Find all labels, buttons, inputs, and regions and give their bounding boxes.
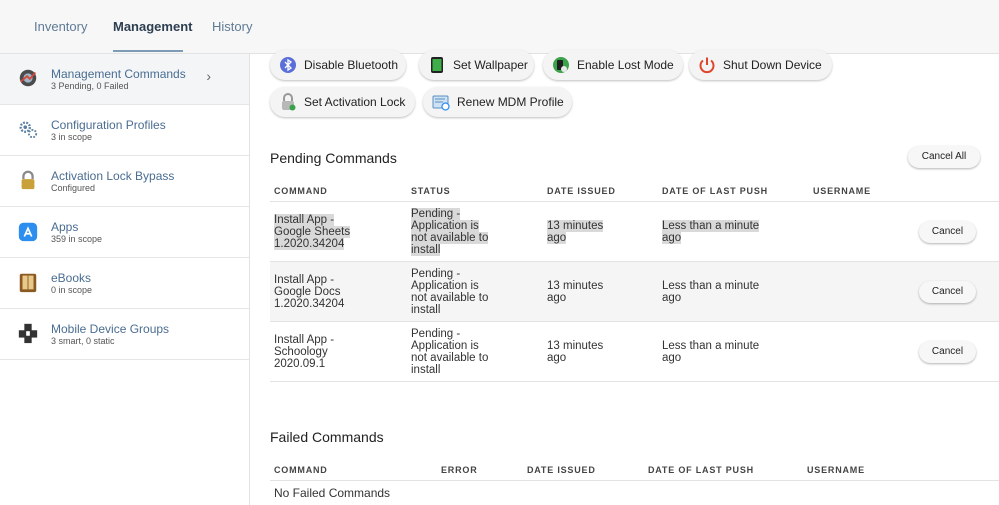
enable-lost-mode-button[interactable]: Enable Lost Mode <box>543 50 683 80</box>
app-store-icon <box>18 222 38 242</box>
status-cell: Pending - Application is not available to i… <box>411 328 489 376</box>
column-header-date-issued: DATE ISSUED <box>527 465 596 475</box>
column-header-username: USERNAME <box>813 186 871 196</box>
shut-down-device-button[interactable]: Shut Down Device <box>689 50 832 80</box>
sidebar-item-management-commands[interactable]: Management Commands 3 Pending, 0 Failed … <box>0 54 249 105</box>
gears-icon <box>19 121 38 139</box>
column-header-username: USERNAME <box>807 465 865 475</box>
cancel-button[interactable]: Cancel <box>919 341 976 363</box>
column-header-date-last-push: DATE OF LAST PUSH <box>662 186 768 196</box>
sidebar-item-configuration-profiles[interactable]: Configuration Profiles 3 in scope <box>0 105 249 156</box>
table-row: Install App - Schoology 2020.09.1 Pending … <box>270 322 999 382</box>
no-failed-commands-text: No Failed Commands <box>274 486 391 500</box>
padlock-icon <box>21 170 35 190</box>
pending-commands-title: Pending Commands <box>270 150 397 166</box>
button-label: Set Activation Lock <box>304 95 406 109</box>
button-label: Disable Bluetooth <box>304 58 399 72</box>
sidebar-item-subtitle: 3 Pending, 0 Failed <box>51 81 129 91</box>
cancel-all-button[interactable]: Cancel All <box>908 146 980 168</box>
tab-history[interactable]: History <box>212 0 252 52</box>
tab-management[interactable]: Management <box>113 0 192 52</box>
book-icon <box>19 273 37 293</box>
date-issued-cell: 13 minutes ago <box>547 340 604 364</box>
wallpaper-icon <box>431 57 443 73</box>
set-wallpaper-button[interactable]: Set Wallpaper <box>419 50 534 80</box>
status-cell: Pending - Application is not available to i… <box>411 268 489 316</box>
active-tab-indicator <box>113 50 183 52</box>
activation-lock-icon <box>282 93 296 111</box>
sidebar-item-subtitle: Configured <box>51 183 96 193</box>
button-label: Renew MDM Profile <box>457 95 564 109</box>
cancel-button[interactable]: Cancel <box>919 281 976 303</box>
last-push-cell: Less than a minute ago <box>662 340 760 364</box>
column-header-status: STATUS <box>411 186 451 196</box>
set-activation-lock-button[interactable]: Set Activation Lock <box>270 87 415 117</box>
tab-inventory[interactable]: Inventory <box>34 0 87 52</box>
cancel-button[interactable]: Cancel <box>919 221 976 243</box>
button-label: Enable Lost Mode <box>577 58 674 72</box>
sidebar-item-subtitle: 3 smart, 0 static <box>51 336 115 346</box>
tab-management-label: Management <box>113 19 193 34</box>
sidebar: Management Commands 3 Pending, 0 Failed … <box>0 54 250 505</box>
last-push-cell: Less than a minute ago <box>662 280 760 304</box>
top-tab-bar: Inventory Management History <box>0 0 999 54</box>
table-row: Install App - Google Docs 1.2020.34204 Pen… <box>270 262 999 322</box>
button-label: Shut Down Device <box>723 58 822 72</box>
device-group-icon <box>18 323 38 344</box>
sidebar-item-title: Activation Lock Bypass <box>51 169 175 183</box>
sidebar-item-title: Mobile Device Groups <box>51 322 170 336</box>
status-cell: Pending - Application is not available to i… <box>411 208 489 256</box>
sidebar-item-subtitle: 0 in scope <box>51 285 93 295</box>
date-issued-cell: 13 minutes ago <box>547 280 604 304</box>
command-cell: Install App - Google Docs 1.2020.34204 <box>274 274 345 310</box>
sidebar-item-title: Apps <box>51 220 79 234</box>
sidebar-item-subtitle: 359 in scope <box>51 234 103 244</box>
column-header-command: COMMAND <box>274 465 328 475</box>
last-push-cell: Less than a minute ago <box>662 220 760 244</box>
sidebar-item-title: Configuration Profiles <box>51 118 166 132</box>
mdm-profile-icon <box>432 95 450 111</box>
power-icon <box>699 57 715 74</box>
management-commands-icon <box>19 69 37 87</box>
sidebar-item-subtitle: 3 in scope <box>51 132 93 142</box>
chevron-right-icon: › <box>206 68 211 84</box>
column-header-command: COMMAND <box>274 186 328 196</box>
column-header-error: ERROR <box>441 465 478 475</box>
table-row: Install App - Google Sheets 1.2020.34204 P… <box>270 202 999 262</box>
renew-mdm-profile-button[interactable]: Renew MDM Profile <box>423 87 572 117</box>
sidebar-item-ebooks[interactable]: eBooks 0 in scope <box>0 258 249 309</box>
sidebar-item-title: eBooks <box>51 271 92 285</box>
main-content: Disable Bluetooth Set Wallpaper Enable L… <box>250 50 999 505</box>
disable-bluetooth-button[interactable]: Disable Bluetooth <box>270 50 406 80</box>
sidebar-item-activation-lock-bypass[interactable]: Activation Lock Bypass Configured <box>0 156 249 207</box>
failed-commands-title: Failed Commands <box>270 429 384 445</box>
header-divider <box>270 480 999 481</box>
bluetooth-icon <box>280 57 296 73</box>
date-issued-cell: 13 minutes ago <box>547 220 604 244</box>
command-cell: Install App - Schoology 2020.09.1 <box>274 334 335 370</box>
lost-mode-icon <box>553 57 569 73</box>
sidebar-item-title: Management Commands <box>51 67 186 81</box>
button-label: Set Wallpaper <box>453 58 528 72</box>
command-cell: Install App - Google Sheets 1.2020.34204 <box>274 214 351 250</box>
column-header-date-last-push: DATE OF LAST PUSH <box>648 465 754 475</box>
sidebar-item-mobile-device-groups[interactable]: Mobile Device Groups 3 smart, 0 static <box>0 309 249 360</box>
sidebar-item-apps[interactable]: Apps 359 in scope <box>0 207 249 258</box>
column-header-date-issued: DATE ISSUED <box>547 186 616 196</box>
